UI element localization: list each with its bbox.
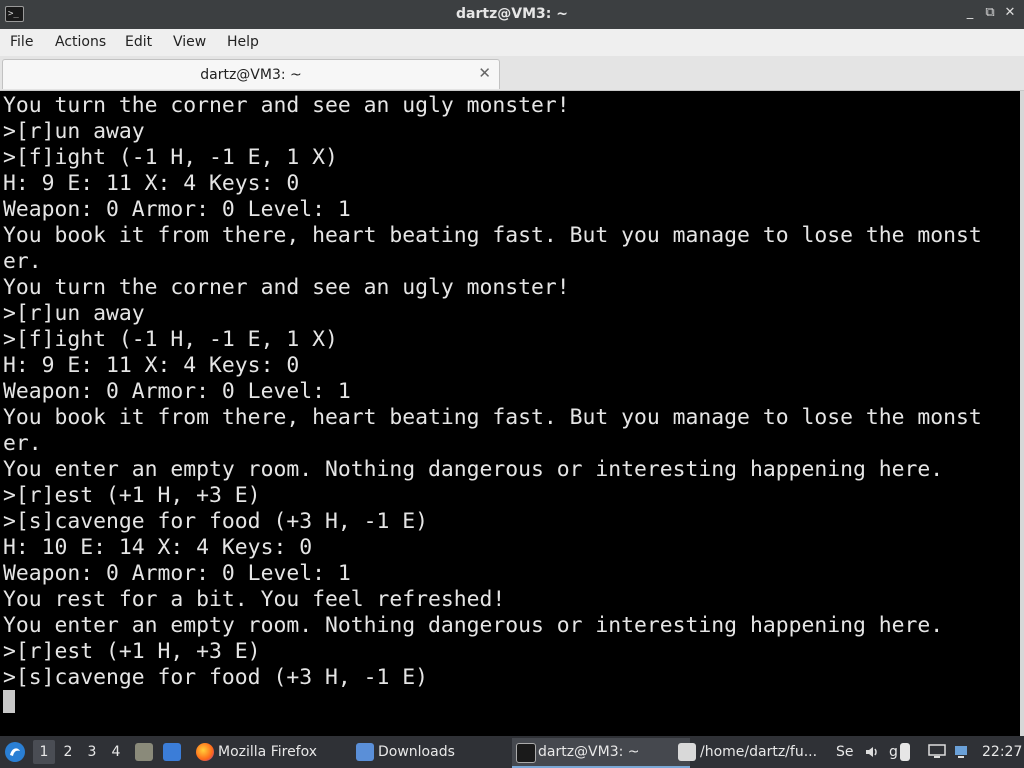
menu-bar: File Actions Edit View Help [0,29,1024,56]
network-icon[interactable] [953,743,971,761]
terminal-line: >[f]ight (-1 H, -1 E, 1 X) [3,327,338,352]
task-terminal-label: dartz@VM3: ~ [538,744,640,760]
terminal-line: You book it from there, heart beating fa… [3,405,982,430]
tab-terminal[interactable]: dartz@VM3: ~ ✕ [2,59,500,89]
terminal-icon [516,743,536,763]
workspace-1[interactable]: 1 [33,740,55,764]
terminal-line: You book it from there, heart beating fa… [3,223,982,248]
tab-close-icon[interactable]: ✕ [478,64,491,82]
terminal-line: You enter an empty room. Nothing dangero… [3,457,944,482]
terminal-line: H: 9 E: 11 X: 4 Keys: 0 [3,171,300,196]
terminal-line: >[r]est (+1 H, +3 E) [3,483,261,508]
tab-title: dartz@VM3: ~ [200,67,302,83]
window-title: dartz@VM3: ~ [456,6,568,22]
terminal-scrollbar[interactable] [1020,91,1024,736]
task-downloads[interactable]: Downloads [352,738,528,766]
terminal-line: >[r]est (+1 H, +3 E) [3,639,261,664]
workspace-4[interactable]: 4 [105,740,127,764]
tray-item-partial-1[interactable]: Se [836,736,858,768]
maximize-button[interactable]: ⧉ [981,4,999,22]
terminal-lines: You turn the corner and see an ugly mons… [3,93,982,691]
task-terminal[interactable]: dartz@VM3: ~ [512,738,690,768]
terminal-line: er. [3,431,42,456]
workspace-2[interactable]: 2 [57,740,79,764]
terminal-line: You enter an empty room. Nothing dangero… [3,613,944,638]
close-button[interactable]: ✕ [1001,4,1019,22]
start-menu-icon[interactable] [4,741,26,763]
menu-view[interactable]: View [173,34,206,50]
task-downloads-label: Downloads [378,744,455,760]
terminal-line: >[f]ight (-1 H, -1 E, 1 X) [3,145,338,170]
file-manager-launcher-icon[interactable] [135,743,153,761]
terminal-line: You turn the corner and see an ugly mons… [3,275,570,300]
terminal-line: You rest for a bit. You feel refreshed! [3,587,506,612]
terminal-line: >[s]cavenge for food (+3 H, -1 E) [3,665,428,690]
minimize-button[interactable]: _ [961,4,979,22]
terminal-cursor [3,690,15,713]
task-editor[interactable]: /home/dartz/fu... [674,738,858,766]
terminal-line: >[s]cavenge for food (+3 H, -1 E) [3,509,428,534]
terminal-line: Weapon: 0 Armor: 0 Level: 1 [3,379,351,404]
terminal-line: H: 9 E: 11 X: 4 Keys: 0 [3,353,300,378]
terminal-line: >[r]un away [3,119,145,144]
task-firefox[interactable]: Mozilla Firefox [192,738,368,766]
terminal-line: You turn the corner and see an ugly mons… [3,93,570,118]
taskbar: 1 2 3 4 Mozilla Firefox Downloads dartz@… [0,736,1024,768]
show-desktop-icon[interactable] [163,743,181,761]
terminal-line: er. [3,249,42,274]
clipboard-icon[interactable] [900,743,910,761]
terminal-line: >[r]un away [3,301,145,326]
menu-actions[interactable]: Actions [55,34,106,50]
tray-item-partial-2[interactable]: g [889,736,899,768]
folder-icon [356,743,374,761]
window-titlebar[interactable]: >_ dartz@VM3: ~ _ ⧉ ✕ [0,0,1024,29]
terminal-line: Weapon: 0 Armor: 0 Level: 1 [3,561,351,586]
volume-icon[interactable] [864,744,880,760]
monitor-icon[interactable] [928,744,946,760]
workspace-3[interactable]: 3 [81,740,103,764]
menu-edit[interactable]: Edit [125,34,152,50]
clock[interactable]: 22:27 [982,736,1022,768]
menu-help[interactable]: Help [227,34,259,50]
task-firefox-label: Mozilla Firefox [218,744,318,760]
editor-icon [678,743,696,761]
tab-bar: dartz@VM3: ~ ✕ [0,56,1024,91]
firefox-icon [196,743,214,761]
task-editor-label: /home/dartz/fu... [700,744,818,760]
menu-file[interactable]: File [10,34,33,50]
terminal-line: H: 10 E: 14 X: 4 Keys: 0 [3,535,313,560]
terminal-output[interactable]: You turn the corner and see an ugly mons… [0,91,1020,736]
terminal-line: Weapon: 0 Armor: 0 Level: 1 [3,197,351,222]
